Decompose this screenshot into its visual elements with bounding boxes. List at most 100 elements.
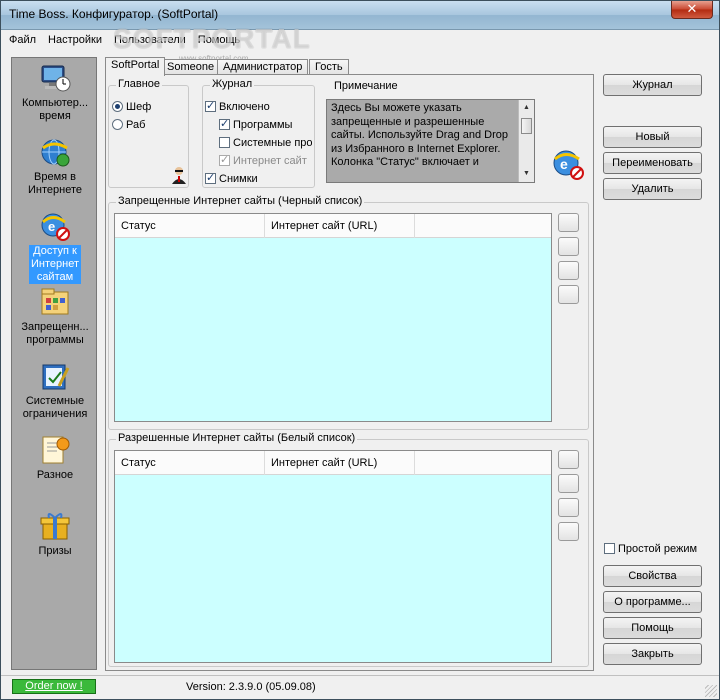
tab-someone[interactable]: Someone (161, 59, 221, 75)
whitelist-edit-button[interactable] (558, 474, 579, 493)
whitelist-import-button[interactable] (558, 522, 579, 541)
checkbox[interactable] (205, 171, 216, 184)
journal-button[interactable]: Журнал (603, 74, 702, 96)
column-extra[interactable] (415, 214, 551, 238)
sidebar-item-computer-time[interactable]: Компьютер... время (12, 62, 98, 123)
journal-group-title: Журнал (210, 78, 255, 90)
checkbox-internet-label: Интернет сайт (233, 155, 307, 167)
note-scrollbar[interactable]: ▲ ▼ (518, 100, 534, 182)
checkbox-disabled (219, 155, 230, 166)
sidebar-item-label: Призы (38, 545, 72, 557)
radio-slave[interactable]: Раб (112, 119, 145, 131)
checkbox-system-label: Системные про (233, 137, 313, 149)
checkbox-snapshots[interactable]: Снимки (205, 171, 258, 185)
radio-slave-label: Раб (126, 119, 146, 131)
checkbox[interactable] (219, 117, 230, 130)
sidebar-item-misc[interactable]: Разное (12, 434, 98, 482)
menu-bar: Файл Настройки Пользователи Помощь (1, 31, 719, 51)
sidebar-item-label: Доступ к Интернет сайтам (29, 245, 81, 284)
tab-administrator[interactable]: Администратор (217, 59, 309, 75)
column-extra[interactable] (415, 451, 551, 475)
note-group: Примечание Здесь Вы можете указать запре… (324, 80, 590, 188)
whitelist-group: Разрешенные Интернет сайты (Белый список… (108, 432, 589, 667)
tab-softportal[interactable]: SoftPortal (105, 57, 166, 76)
note-text: Здесь Вы можете указать запрещенные и ра… (331, 102, 509, 168)
whitelist-list[interactable]: Статус Интернет сайт (URL) (114, 450, 552, 663)
note-textarea[interactable]: Здесь Вы можете указать запрещенные и ра… (326, 99, 535, 183)
menu-file[interactable]: Файл (1, 31, 40, 46)
journal-group: Журнал Включено Программы Системные про … (202, 78, 315, 188)
order-now-button[interactable]: Order now ! (12, 679, 96, 694)
scroll-down-icon[interactable]: ▼ (519, 166, 534, 182)
status-bar: Order now ! Version: 2.3.9.0 (05.09.08) (1, 675, 719, 699)
blacklist-delete-button[interactable] (558, 261, 579, 280)
checkbox-system-programs[interactable]: Системные про (219, 137, 313, 149)
scroll-thumb[interactable] (521, 118, 532, 134)
tab-panel: Главное Шеф Раб Журнал Включено Программ… (105, 74, 594, 671)
title-bar[interactable]: Time Boss. Конфигуратор. (SoftPortal) ✕ (1, 1, 719, 30)
tab-guest[interactable]: Гость (309, 59, 349, 75)
resize-grip-icon[interactable] (705, 685, 717, 697)
sidebar-item-internet-time[interactable]: Время в Интернете (12, 136, 98, 197)
blacklist-add-button[interactable] (558, 213, 579, 232)
svg-text:e: e (48, 219, 55, 234)
blacklist-edit-button[interactable] (558, 237, 579, 256)
whitelist-add-button[interactable] (558, 450, 579, 469)
checkbox[interactable] (205, 99, 216, 112)
app-window: Time Boss. Конфигуратор. (SoftPortal) ✕ … (0, 0, 720, 700)
sidebar-item-forbidden-programs[interactable]: Запрещенн... программы (12, 286, 98, 347)
sidebar-item-label: Разное (36, 469, 74, 481)
sidebar-item-system-restrictions[interactable]: Системные ограничения (12, 360, 98, 421)
delete-user-button[interactable]: Удалить (603, 178, 702, 200)
internet-access-icon: e (39, 210, 71, 242)
radio-button[interactable] (112, 119, 123, 130)
new-user-button[interactable]: Новый (603, 126, 702, 148)
column-status[interactable]: Статус (115, 451, 265, 475)
about-button[interactable]: О программе... (603, 591, 702, 613)
column-url[interactable]: Интернет сайт (URL) (265, 451, 415, 475)
column-url[interactable]: Интернет сайт (URL) (265, 214, 415, 238)
sidebar-item-internet-access[interactable]: e Доступ к Интернет сайтам (12, 210, 98, 284)
close-button[interactable]: Закрыть (603, 643, 702, 665)
gift-icon (39, 510, 71, 542)
system-restrictions-icon (39, 360, 71, 392)
menu-users[interactable]: Пользователи (106, 31, 190, 46)
rename-user-button[interactable]: Переименовать (603, 152, 702, 174)
checkbox-snapshots-label: Снимки (219, 173, 258, 185)
agent-avatar-icon (171, 166, 187, 184)
note-group-title: Примечание (332, 80, 400, 92)
blacklist-list[interactable]: Статус Интернет сайт (URL) (114, 213, 552, 422)
main-group-title: Главное (116, 78, 163, 90)
close-window-button[interactable]: ✕ (671, 1, 713, 19)
checkbox-enabled-label: Включено (219, 101, 270, 113)
window-title: Time Boss. Конфигуратор. (SoftPortal) (9, 7, 219, 21)
properties-button[interactable]: Свойства (603, 565, 702, 587)
simple-mode-checkbox[interactable]: Простой режим (604, 543, 697, 555)
checkbox-enabled[interactable]: Включено (205, 99, 270, 113)
sidebar-item-prizes[interactable]: Призы (12, 510, 98, 558)
blacklist-header: Статус Интернет сайт (URL) (115, 214, 551, 238)
radio-button-checked[interactable] (112, 101, 123, 112)
sidebar-item-label: Системные ограничения (22, 395, 88, 420)
checkbox[interactable] (604, 543, 615, 554)
checkbox[interactable] (219, 137, 230, 148)
checkbox-programs[interactable]: Программы (219, 117, 293, 131)
sidebar-item-label: Компьютер... время (21, 97, 89, 122)
blacklist-import-button[interactable] (558, 285, 579, 304)
main-group: Главное Шеф Раб (108, 78, 189, 188)
whitelist-header: Статус Интернет сайт (URL) (115, 451, 551, 475)
sidebar: Компьютер... время Время в Интернете e Д… (11, 57, 97, 670)
radio-boss[interactable]: Шеф (112, 101, 151, 113)
scroll-up-icon[interactable]: ▲ (519, 100, 534, 116)
menu-settings[interactable]: Настройки (40, 31, 106, 46)
version-label: Version: 2.3.9.0 (05.09.08) (186, 681, 316, 693)
whitelist-delete-button[interactable] (558, 498, 579, 517)
column-status[interactable]: Статус (115, 214, 265, 238)
menu-help[interactable]: Помощь (190, 31, 245, 46)
checkbox-internet-sites: Интернет сайт (219, 155, 313, 167)
blacklist-title: Запрещенные Интернет сайты (Черный списо… (116, 195, 365, 207)
checkbox-programs-label: Программы (233, 119, 293, 131)
radio-boss-label: Шеф (126, 101, 152, 113)
svg-text:e: e (560, 156, 568, 172)
help-button[interactable]: Помощь (603, 617, 702, 639)
